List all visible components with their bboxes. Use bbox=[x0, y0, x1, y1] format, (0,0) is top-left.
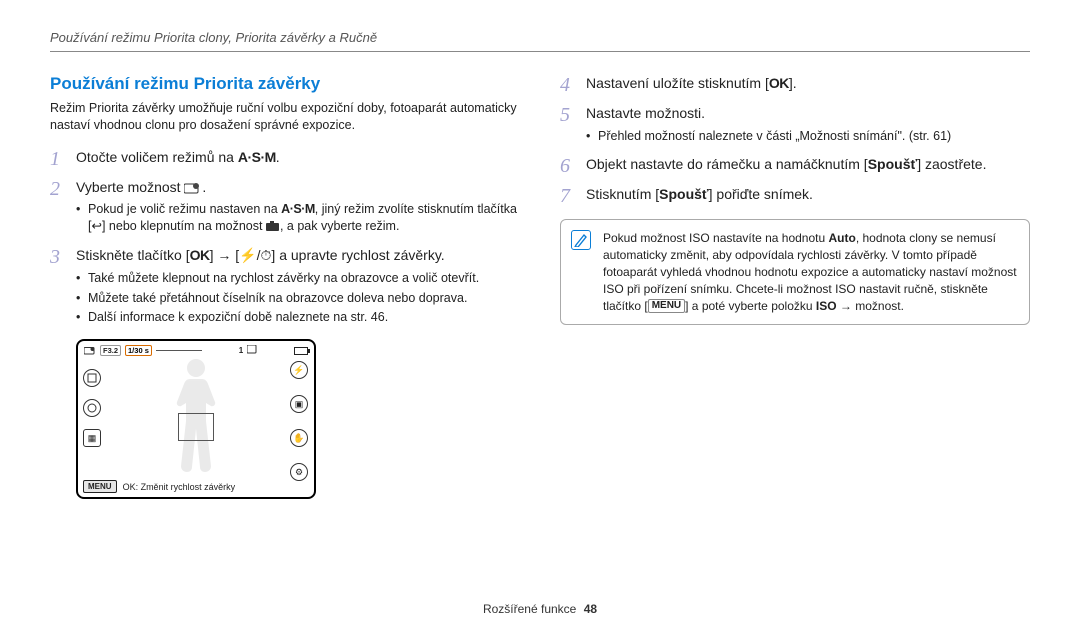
step-text: . bbox=[276, 149, 280, 165]
step-6: 6 Objekt nastavte do rámečku a namáčknut… bbox=[560, 155, 1030, 177]
content-columns: Používání režimu Priorita závěrky Režim … bbox=[50, 74, 1030, 499]
step-number: 7 bbox=[560, 185, 586, 207]
step-number: 1 bbox=[50, 148, 76, 170]
note-text: → možnost. bbox=[837, 299, 904, 313]
iso-label: ISO bbox=[816, 299, 837, 313]
timer-icon: ⏱ bbox=[261, 247, 272, 263]
step-text: ] pořiďte snímek. bbox=[709, 186, 813, 202]
sub-item: Přehled možností naleznete v části „Možn… bbox=[586, 128, 1030, 145]
step-4: 4 Nastavení uložíte stisknutím [OK]. bbox=[560, 74, 1030, 96]
step-text: . bbox=[202, 179, 206, 195]
asm-mode-glyph: A·S·M bbox=[281, 202, 315, 216]
flash-setting-icon: ⚡ bbox=[290, 361, 308, 379]
mode-indicator-icon bbox=[84, 346, 96, 355]
steps-left: 1 Otočte voličem režimů na A·S·M. 2 Vybe… bbox=[50, 148, 520, 330]
step-1: 1 Otočte voličem režimů na A·S·M. bbox=[50, 148, 520, 170]
storage-icon bbox=[247, 345, 257, 356]
sub-item: Také můžete klepnout na rychlost závěrky… bbox=[76, 270, 520, 287]
steps-right: 4 Nastavení uložíte stisknutím [OK]. 5 N… bbox=[560, 74, 1030, 207]
step-text: Objekt nastavte do rámečku a namáčknutím… bbox=[586, 156, 868, 172]
step-text: ]. bbox=[789, 75, 797, 91]
asm-mode-glyph: A·S·M bbox=[238, 149, 276, 165]
step-text: ] a upravte rychlost závěrky. bbox=[271, 247, 444, 263]
left-column: Používání režimu Priorita závěrky Režim … bbox=[50, 74, 520, 499]
ev-gauge bbox=[156, 347, 202, 354]
camera-bottom-bar: MENU OK: Změnit rychlost závěrky bbox=[83, 480, 309, 493]
step-text: Otočte voličem režimů na bbox=[76, 149, 238, 165]
aperture-value: F3.2 bbox=[100, 345, 121, 356]
step-5-sub: Přehled možností naleznete v části „Možn… bbox=[586, 128, 1030, 145]
page-footer: Rozšířené funkce 48 bbox=[0, 602, 1080, 616]
shutter-button-label: Spoušť bbox=[659, 186, 709, 202]
menu-wheel-icon: ⚙ bbox=[290, 463, 308, 481]
note-icon bbox=[571, 230, 591, 250]
sub-item: Můžete také přetáhnout číselník na obraz… bbox=[76, 290, 520, 307]
af-icon bbox=[83, 369, 101, 387]
sub-item: Pokud je volič režimu nastaven na A·S·M,… bbox=[76, 201, 520, 235]
shutter-button-label: Spoušť bbox=[868, 156, 918, 172]
camera-preview-diagram: F3.2 1/30 s 1 ▦ ⚡ ▣ ✋ ⚙ bbox=[76, 339, 316, 499]
section-heading: Používání režimu Priorita závěrky bbox=[50, 74, 520, 94]
focus-frame bbox=[178, 413, 214, 441]
step-text: Nastavení uložíte stisknutím [ bbox=[586, 75, 769, 91]
wb-icon: ▦ bbox=[83, 429, 101, 447]
sub-item: Další informace k expoziční době nalezne… bbox=[76, 309, 520, 326]
step-3: 3 Stiskněte tlačítko [OK] → [⚡/⏱] a upra… bbox=[50, 246, 520, 329]
auto-label: Auto bbox=[828, 231, 855, 245]
back-icon: ↩ bbox=[91, 219, 101, 233]
stabilization-icon: ✋ bbox=[290, 429, 308, 447]
section-intro: Režim Priorita závěrky umožňuje ruční vo… bbox=[50, 100, 520, 134]
right-column: 4 Nastavení uložíte stisknutím [OK]. 5 N… bbox=[560, 74, 1030, 499]
menu-button-glyph: MENU bbox=[648, 299, 685, 313]
step-number: 6 bbox=[560, 155, 586, 177]
camera-top-bar: F3.2 1/30 s 1 bbox=[84, 345, 308, 356]
shutter-priority-icon bbox=[184, 182, 202, 194]
step-text: Vyberte možnost bbox=[76, 179, 184, 195]
menu-button-label: MENU bbox=[83, 480, 117, 493]
step-number: 5 bbox=[560, 104, 586, 126]
camera-left-icons: ▦ bbox=[83, 369, 101, 447]
camera-right-icons: ⚡ ▣ ✋ ⚙ bbox=[290, 361, 308, 481]
step-3-sub: Také můžete klepnout na rychlost závěrky… bbox=[76, 270, 520, 327]
step-5: 5 Nastavte možnosti. Přehled možností na… bbox=[560, 104, 1030, 147]
step-number: 4 bbox=[560, 74, 586, 96]
shutter-speed-value: 1/30 s bbox=[125, 345, 152, 356]
step-text: Stiskněte tlačítko [ bbox=[76, 247, 190, 263]
drive-mode-icon: ▣ bbox=[290, 395, 308, 413]
battery-icon bbox=[294, 347, 308, 355]
breadcrumb: Používání režimu Priorita clony, Priorit… bbox=[50, 30, 1030, 52]
step-text: ] zaostřete. bbox=[917, 156, 986, 172]
step-text: ] → [ bbox=[210, 247, 240, 263]
page-number: 48 bbox=[584, 602, 597, 616]
shot-count: 1 bbox=[239, 346, 243, 355]
step-7: 7 Stisknutím [Spoušť] pořiďte snímek. bbox=[560, 185, 1030, 207]
step-text: Stisknutím [ bbox=[586, 186, 659, 202]
ok-hint-text: OK: Změnit rychlost závěrky bbox=[123, 482, 236, 492]
step-2: 2 Vyberte možnost . Pokud je volič režim… bbox=[50, 178, 520, 238]
ok-button-glyph: OK bbox=[769, 75, 789, 91]
metering-icon bbox=[83, 399, 101, 417]
iso-note: Pokud možnost ISO nastavíte na hodnotu A… bbox=[560, 219, 1030, 325]
step-2-sub: Pokud je volič režimu nastaven na A·S·M,… bbox=[76, 201, 520, 235]
flash-icon: ⚡ bbox=[239, 247, 256, 263]
note-text: Pokud možnost ISO nastavíte na hodnotu bbox=[603, 231, 828, 245]
footer-section: Rozšířené funkce bbox=[483, 602, 576, 616]
step-number: 2 bbox=[50, 178, 76, 200]
step-number: 3 bbox=[50, 246, 76, 268]
ok-button-glyph: OK bbox=[190, 247, 210, 263]
step-text: Nastavte možnosti. bbox=[586, 105, 705, 121]
note-text: ] a poté vyberte položku bbox=[685, 299, 816, 313]
mode-camera-icon bbox=[266, 221, 280, 232]
